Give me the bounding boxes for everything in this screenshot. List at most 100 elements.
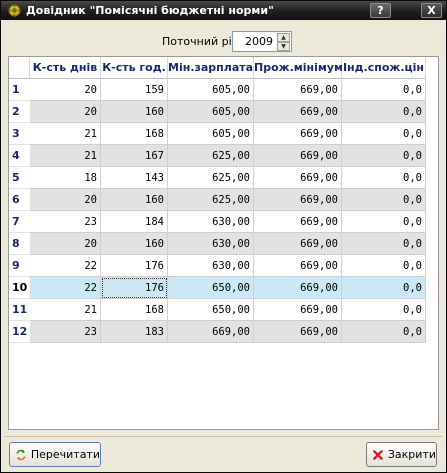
table-cell[interactable]: 184 (101, 211, 168, 233)
table-cell[interactable]: 0,0 (342, 123, 426, 145)
year-spinbox[interactable]: 2009 ▲ ▼ (232, 31, 292, 52)
table-row[interactable]: 4 21 167 625,00 669,00 0,0 (9, 145, 438, 167)
table-cell[interactable]: 0,0 (342, 321, 426, 343)
table-cell[interactable]: 160 (101, 189, 168, 211)
table-cell[interactable]: 605,00 (168, 123, 254, 145)
column-header-subsistence-minimum[interactable]: Прож.мінімум (254, 57, 343, 79)
table-cell[interactable]: 669,00 (168, 321, 254, 343)
table-cell[interactable]: 0,0 (342, 277, 426, 299)
table-cell[interactable]: 650,00 (168, 299, 254, 321)
table-row[interactable]: 1 20 159 605,00 669,00 0,0 (9, 79, 438, 101)
table-row[interactable]: 11 21 168 650,00 669,00 0,0 (9, 299, 438, 321)
close-button[interactable]: Закрити (366, 442, 437, 467)
table-cell[interactable]: 160 (101, 233, 168, 255)
table-cell[interactable]: 0,0 (342, 189, 426, 211)
table-cell[interactable]: 23 (30, 321, 101, 343)
table-cell[interactable]: 669,00 (254, 79, 342, 101)
table-cell[interactable]: 625,00 (168, 145, 254, 167)
table-cell[interactable]: 0,0 (342, 211, 426, 233)
table-cell[interactable]: 669,00 (254, 145, 342, 167)
table-cell[interactable]: 630,00 (168, 211, 254, 233)
table-cell[interactable]: 21 (30, 123, 101, 145)
table-cell[interactable]: 630,00 (168, 233, 254, 255)
table-cell[interactable]: 168 (101, 299, 168, 321)
column-header-hours[interactable]: К-сть год. (101, 57, 168, 79)
table-cell[interactable]: 0,0 (342, 233, 426, 255)
row-number[interactable]: 12 (9, 321, 30, 343)
table-row[interactable]: 12 23 183 669,00 669,00 0,0 (9, 321, 438, 343)
row-number[interactable]: 4 (9, 145, 30, 167)
table-cell[interactable]: 669,00 (254, 123, 342, 145)
table-cell[interactable]: 630,00 (168, 255, 254, 277)
spin-down-button[interactable]: ▼ (277, 42, 290, 51)
table-cell[interactable]: 605,00 (168, 79, 254, 101)
table-cell[interactable]: 669,00 (254, 189, 342, 211)
reload-button-label: Перечитати (30, 448, 100, 461)
table-cell[interactable]: 21 (30, 299, 101, 321)
table-cell[interactable]: 167 (101, 145, 168, 167)
table-cell[interactable]: 20 (30, 79, 101, 101)
row-number[interactable]: 11 (9, 299, 30, 321)
table-cell[interactable]: 625,00 (168, 167, 254, 189)
table-cell[interactable]: 0,0 (342, 167, 426, 189)
table-cell[interactable]: 160 (101, 101, 168, 123)
table-cell[interactable]: 23 (30, 211, 101, 233)
help-button[interactable]: ? (370, 3, 391, 18)
table-cell[interactable]: 669,00 (254, 101, 342, 123)
table-cell[interactable]: 20 (30, 189, 101, 211)
row-number[interactable]: 3 (9, 123, 30, 145)
table-row[interactable]: 10 22 176 650,00 669,00 0,0 (9, 277, 438, 299)
table-cell[interactable]: 0,0 (342, 79, 426, 101)
row-number[interactable]: 1 (9, 79, 30, 101)
table-cell[interactable]: 176 (101, 255, 168, 277)
table-cell[interactable]: 20 (30, 101, 101, 123)
column-header-days[interactable]: К-сть днів (30, 57, 101, 79)
table-cell[interactable]: 669,00 (254, 255, 342, 277)
budget-norms-table[interactable]: К-сть днів К-сть год. Мін.зарплата Прож.… (8, 56, 439, 430)
column-header-min-wage[interactable]: Мін.зарплата (168, 57, 254, 79)
table-cell[interactable]: 168 (101, 123, 168, 145)
table-cell[interactable]: 21 (30, 145, 101, 167)
column-header-cpi[interactable]: Інд.спож.цін (342, 57, 426, 79)
footer-separator (4, 436, 443, 437)
row-number[interactable]: 6 (9, 189, 30, 211)
window-close-button[interactable]: X (421, 3, 442, 18)
table-cell[interactable]: 0,0 (342, 145, 426, 167)
table-cell[interactable]: 650,00 (168, 277, 254, 299)
table-cell[interactable]: 22 (30, 277, 101, 299)
row-number[interactable]: 10 (9, 277, 30, 299)
row-number[interactable]: 9 (9, 255, 30, 277)
table-cell[interactable]: 625,00 (168, 189, 254, 211)
row-number[interactable]: 7 (9, 211, 30, 233)
table-cell[interactable]: 22 (30, 255, 101, 277)
table-cell[interactable]: 669,00 (254, 233, 342, 255)
table-row[interactable]: 5 18 143 625,00 669,00 0,0 (9, 167, 438, 189)
table-cell[interactable]: 20 (30, 233, 101, 255)
table-cell[interactable]: 669,00 (254, 211, 342, 233)
table-cell[interactable]: 669,00 (254, 321, 342, 343)
row-number[interactable]: 2 (9, 101, 30, 123)
spin-up-button[interactable]: ▲ (277, 33, 290, 42)
reload-button[interactable]: Перечитати (9, 442, 101, 467)
table-row[interactable]: 7 23 184 630,00 669,00 0,0 (9, 211, 438, 233)
table-cell[interactable]: 183 (101, 321, 168, 343)
table-cell[interactable]: 0,0 (342, 101, 426, 123)
table-cell[interactable]: 143 (101, 167, 168, 189)
table-cell[interactable]: 669,00 (254, 167, 342, 189)
row-number[interactable]: 5 (9, 167, 30, 189)
table-row[interactable]: 2 20 160 605,00 669,00 0,0 (9, 101, 438, 123)
table-cell[interactable]: 176 (101, 277, 168, 299)
table-cell[interactable]: 159 (101, 79, 168, 101)
table-cell[interactable]: 18 (30, 167, 101, 189)
table-row[interactable]: 8 20 160 630,00 669,00 0,0 (9, 233, 438, 255)
table-cell[interactable]: 605,00 (168, 101, 254, 123)
table-cell[interactable]: 669,00 (254, 299, 342, 321)
table-row[interactable]: 9 22 176 630,00 669,00 0,0 (9, 255, 438, 277)
table-cell[interactable]: 669,00 (254, 277, 342, 299)
table-row[interactable]: 6 20 160 625,00 669,00 0,0 (9, 189, 438, 211)
table-row[interactable]: 3 21 168 605,00 669,00 0,0 (9, 123, 438, 145)
title-bar[interactable]: Довідник "Помісячні бюджетні норми" ? X (1, 1, 446, 20)
table-cell[interactable]: 0,0 (342, 299, 426, 321)
row-number[interactable]: 8 (9, 233, 30, 255)
table-cell[interactable]: 0,0 (342, 255, 426, 277)
